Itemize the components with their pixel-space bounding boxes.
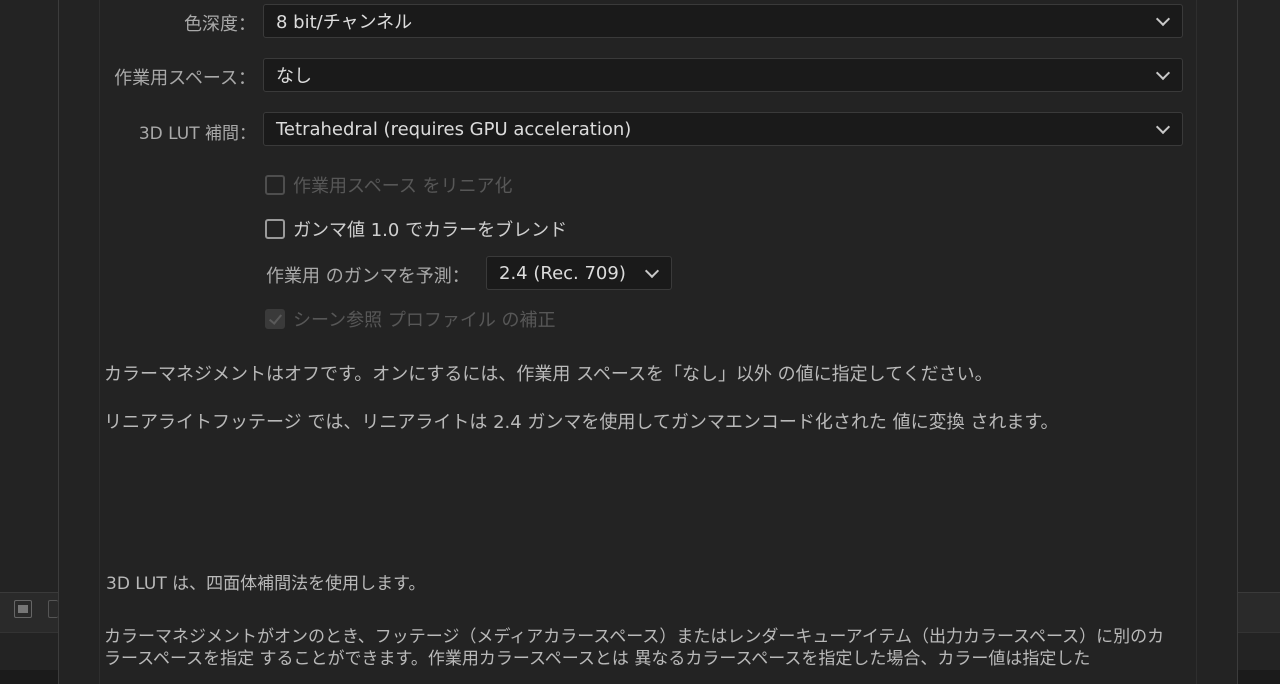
- lut-interpolation-select[interactable]: Tetrahedral (requires GPU acceleration): [263, 112, 1183, 146]
- depth-select[interactable]: 8 bit/チャンネル: [263, 4, 1183, 38]
- linearize-checkbox[interactable]: [265, 175, 285, 195]
- info-linear-light: リニアライトフッテージ では、リニアライトは 2.4 ガンマを使用してガンマエン…: [104, 412, 1059, 433]
- gamma-label: 作業用 のガンマを予測：: [266, 266, 470, 287]
- chevron-down-icon: [1155, 11, 1171, 27]
- gamma-value: 2.4 (Rec. 709): [499, 262, 626, 284]
- depth-value: 8 bit/チャンネル: [276, 12, 413, 33]
- chevron-down-icon: [644, 263, 660, 279]
- background-panel-left: [0, 0, 58, 670]
- composition-icon[interactable]: [14, 600, 32, 618]
- linearize-checkbox-row[interactable]: 作業用スペース をリニア化: [265, 172, 513, 198]
- linearize-label: 作業用スペース をリニア化: [293, 176, 513, 197]
- background-panel-right: [1238, 0, 1280, 670]
- panel-footer-right: [1238, 592, 1280, 633]
- scene-checkbox-row[interactable]: シーン参照 プロファイル の補正: [265, 306, 556, 332]
- panel-icon[interactable]: [48, 600, 58, 618]
- scene-label: シーン参照 プロファイル の補正: [293, 310, 556, 331]
- blend-checkbox-row[interactable]: ガンマ値 1.0 でカラーをブレンド: [265, 216, 567, 242]
- info-color-management-on-2: ラースペースを指定 することができます。作業用カラースペースとは 異なるカラース…: [104, 649, 1091, 669]
- lut-value: Tetrahedral (requires GPU acceleration): [276, 118, 632, 140]
- lut-label: 3D LUT 補間：: [138, 124, 256, 144]
- gamma-select[interactable]: 2.4 (Rec. 709): [486, 256, 672, 290]
- working-space-value: なし: [276, 66, 312, 87]
- scene-checkbox[interactable]: [265, 309, 285, 329]
- working-space-label: 作業用スペース：: [114, 68, 256, 89]
- chevron-down-icon: [1155, 65, 1171, 81]
- depth-label: 色深度：: [184, 14, 256, 35]
- info-lut: 3D LUT は、四面体補間法を使用します。: [106, 574, 426, 594]
- info-color-management-off: カラーマネジメントはオフです。オンにするには、作業用 スペースを「なし」以外 の…: [104, 364, 993, 385]
- blend-checkbox[interactable]: [265, 219, 285, 239]
- blend-label: ガンマ値 1.0 でカラーをブレンド: [293, 220, 568, 241]
- chevron-down-icon: [1155, 119, 1171, 135]
- working-space-select[interactable]: なし: [263, 58, 1183, 92]
